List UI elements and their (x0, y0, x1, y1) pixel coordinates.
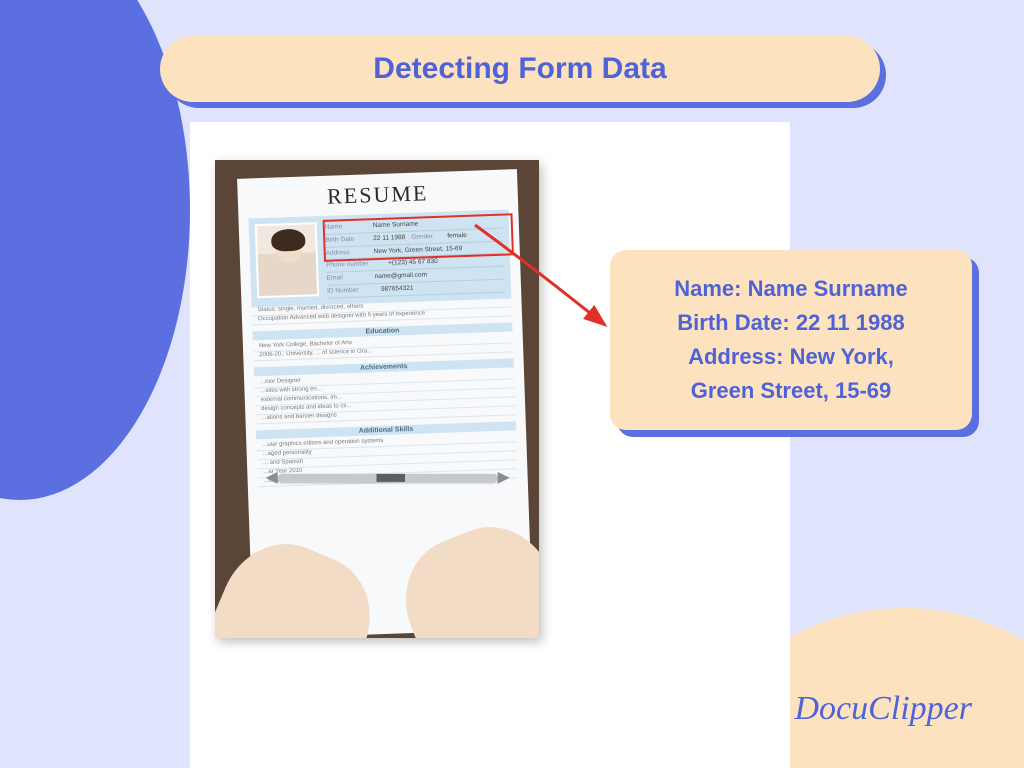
brand-logo: DocuClipper (794, 690, 972, 728)
page-title: Detecting Form Data (373, 52, 666, 86)
resume-headshot (255, 222, 320, 298)
hand-left (215, 525, 390, 638)
field-label: Phone number (326, 259, 382, 271)
title-container: Detecting Form Data (160, 36, 880, 102)
pen-icon (278, 474, 498, 482)
field-value: +(123) 45 67 830 (388, 257, 438, 268)
extracted-line: Green Street, 15-69 (634, 374, 948, 408)
field-value: 22 11 1988 (373, 233, 405, 244)
field-value: 987654321 (381, 284, 414, 295)
field-value: name@gmail.com (374, 270, 427, 282)
field-label: Address (326, 247, 368, 258)
field-value: Name Surname (373, 220, 419, 231)
field-label: ID Number (327, 285, 375, 296)
extracted-data-container: Name: Name Surname Birth Date: 22 11 198… (610, 250, 972, 430)
extracted-line: Birth Date: 22 11 1988 (634, 306, 948, 340)
field-label: Gender (411, 232, 441, 243)
extracted-data-panel: Name: Name Surname Birth Date: 22 11 198… (610, 250, 972, 430)
field-label: Email (326, 272, 368, 283)
resume-heading: RESUME (247, 177, 508, 212)
extracted-line: Address: New York, (634, 340, 948, 374)
hands-overlay (247, 439, 534, 638)
hand-right (386, 509, 539, 638)
title-pill: Detecting Form Data (160, 36, 880, 102)
field-label: Name (325, 221, 367, 232)
field-value: female (447, 231, 467, 241)
field-label: Birth Date (325, 234, 367, 245)
extracted-line: Name: Name Surname (634, 272, 948, 306)
field-value: New York, Green Street, 15-69 (374, 244, 463, 257)
